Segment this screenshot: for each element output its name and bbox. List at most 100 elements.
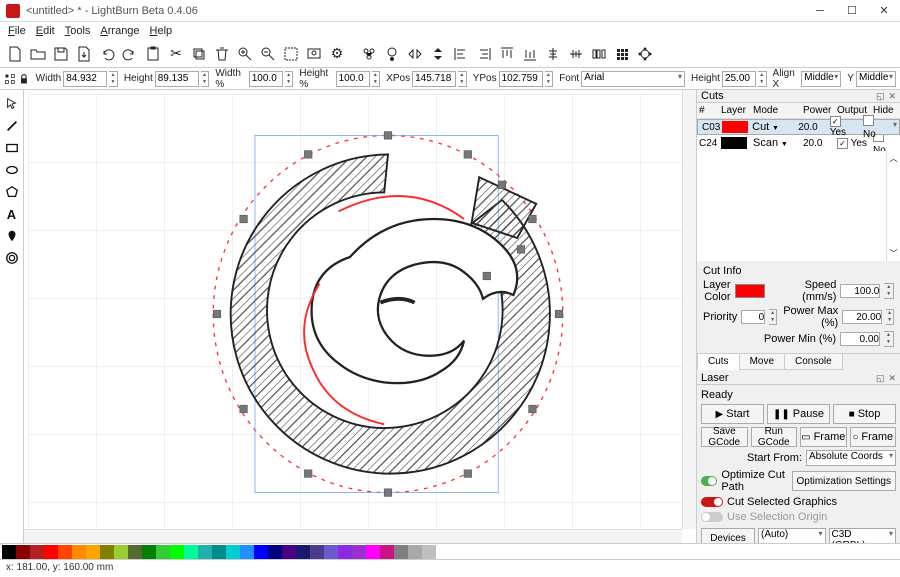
palette-swatch[interactable] bbox=[352, 545, 366, 559]
optimization-settings-button[interactable]: Optimization Settings bbox=[792, 471, 897, 491]
palette-swatch[interactable] bbox=[72, 545, 86, 559]
line-icon[interactable] bbox=[2, 116, 22, 136]
open-icon[interactable] bbox=[27, 43, 49, 65]
xpos-input[interactable] bbox=[412, 71, 456, 87]
start-from-select[interactable]: Absolute Coords bbox=[806, 450, 896, 466]
menu-edit[interactable]: Edit bbox=[36, 25, 55, 37]
new-icon[interactable] bbox=[4, 43, 26, 65]
speed-input[interactable] bbox=[840, 284, 880, 298]
artwork[interactable] bbox=[198, 124, 578, 504]
pmin-input[interactable] bbox=[840, 332, 880, 346]
palette-swatch[interactable] bbox=[282, 545, 296, 559]
palette-swatch[interactable] bbox=[296, 545, 310, 559]
height-spin[interactable]: ▲▼ bbox=[201, 71, 210, 87]
frame-circle-button[interactable]: ○ Frame bbox=[850, 427, 897, 447]
undo-icon[interactable] bbox=[96, 43, 118, 65]
stop-button[interactable]: ■ Stop bbox=[833, 404, 896, 424]
widthpct-spin[interactable]: ▲▼ bbox=[285, 71, 294, 87]
palette-swatch[interactable] bbox=[198, 545, 212, 559]
hide-checkbox[interactable] bbox=[863, 115, 874, 126]
undock-icon[interactable]: ◱ bbox=[876, 373, 885, 384]
polygon-icon[interactable] bbox=[2, 182, 22, 202]
palette-swatch[interactable] bbox=[30, 545, 44, 559]
start-button[interactable]: ▶ Start bbox=[701, 404, 764, 424]
palette-swatch[interactable] bbox=[58, 545, 72, 559]
circle-array-icon[interactable] bbox=[634, 43, 656, 65]
palette-swatch[interactable] bbox=[422, 545, 436, 559]
grid-array-icon[interactable] bbox=[611, 43, 633, 65]
menu-arrange[interactable]: Arrange bbox=[100, 25, 139, 37]
palette-swatch[interactable] bbox=[338, 545, 352, 559]
heightpct-spin[interactable]: ▲▼ bbox=[372, 71, 381, 87]
devices-button[interactable]: Devices bbox=[701, 528, 755, 543]
palette-swatch[interactable] bbox=[16, 545, 30, 559]
text-icon[interactable]: A bbox=[2, 204, 22, 224]
tab-cuts[interactable]: Cuts bbox=[697, 354, 740, 370]
menu-help[interactable]: Help bbox=[150, 25, 173, 37]
distribute-h-icon[interactable] bbox=[588, 43, 610, 65]
heightpct-input[interactable] bbox=[336, 71, 370, 87]
output-checkbox[interactable]: ✓ bbox=[830, 116, 841, 127]
pointer-icon[interactable] bbox=[2, 94, 22, 114]
palette-swatch[interactable] bbox=[142, 545, 156, 559]
palette-swatch[interactable] bbox=[212, 545, 226, 559]
close-panel-icon[interactable]: ✕ bbox=[888, 373, 896, 384]
minimize-button[interactable]: ─ bbox=[804, 0, 836, 22]
pmax-input[interactable] bbox=[842, 310, 882, 324]
widthpct-input[interactable] bbox=[249, 71, 283, 87]
run-gcode-button[interactable]: Run GCode bbox=[751, 427, 798, 447]
palette-swatch[interactable] bbox=[408, 545, 422, 559]
height-input[interactable] bbox=[155, 71, 199, 87]
alignx-select[interactable]: Middle bbox=[801, 71, 841, 87]
font-select[interactable]: Arial bbox=[581, 71, 685, 87]
cut-selected-toggle[interactable] bbox=[701, 497, 723, 507]
optimize-toggle[interactable] bbox=[701, 476, 717, 486]
align-center-h-icon[interactable] bbox=[542, 43, 564, 65]
group-icon[interactable] bbox=[358, 43, 380, 65]
paste-icon[interactable] bbox=[142, 43, 164, 65]
align-bottom-icon[interactable] bbox=[519, 43, 541, 65]
delete-icon[interactable] bbox=[211, 43, 233, 65]
offset-icon[interactable] bbox=[2, 248, 22, 268]
rect-icon[interactable] bbox=[2, 138, 22, 158]
close-panel-icon[interactable]: ✕ bbox=[888, 91, 896, 102]
font-height-spin[interactable]: ▲▼ bbox=[758, 71, 767, 87]
layer-color-swatch[interactable] bbox=[735, 284, 766, 298]
palette-swatch[interactable] bbox=[100, 545, 114, 559]
palette-swatch[interactable] bbox=[380, 545, 394, 559]
font-height-input[interactable] bbox=[722, 71, 756, 87]
palette-swatch[interactable] bbox=[114, 545, 128, 559]
aligny-select[interactable]: Middle bbox=[856, 71, 896, 87]
frame-rect-button[interactable]: ▭ Frame bbox=[800, 427, 847, 447]
ellipse-icon[interactable] bbox=[2, 160, 22, 180]
move-down-icon[interactable]: ﹀ bbox=[890, 248, 898, 259]
preview-icon[interactable] bbox=[303, 43, 325, 65]
device-auto-select[interactable]: (Auto) bbox=[758, 528, 826, 543]
palette-swatch[interactable] bbox=[226, 545, 240, 559]
pause-button[interactable]: ❚❚ Pause bbox=[767, 404, 830, 424]
palette-swatch[interactable] bbox=[170, 545, 184, 559]
palette-swatch[interactable] bbox=[86, 545, 100, 559]
scrollbar-vertical[interactable] bbox=[682, 90, 696, 529]
palette-swatch[interactable] bbox=[268, 545, 282, 559]
priority-input[interactable] bbox=[741, 310, 765, 324]
xpos-spin[interactable]: ▲▼ bbox=[458, 71, 467, 87]
tab-console[interactable]: Console bbox=[784, 354, 843, 370]
output-checkbox[interactable]: ✓ bbox=[837, 138, 848, 149]
flip-v-icon[interactable] bbox=[427, 43, 449, 65]
save-gcode-button[interactable]: Save GCode bbox=[701, 427, 748, 447]
select-rect-icon[interactable] bbox=[280, 43, 302, 65]
align-top-icon[interactable] bbox=[496, 43, 518, 65]
palette-swatch[interactable] bbox=[366, 545, 380, 559]
palette-swatch[interactable] bbox=[2, 545, 16, 559]
canvas-area[interactable] bbox=[24, 90, 696, 543]
palette-swatch[interactable] bbox=[254, 545, 268, 559]
palette-swatch[interactable] bbox=[324, 545, 338, 559]
ypos-spin[interactable]: ▲▼ bbox=[545, 71, 554, 87]
width-spin[interactable]: ▲▼ bbox=[109, 71, 118, 87]
palette-swatch[interactable] bbox=[44, 545, 58, 559]
cut-icon[interactable]: ✂ bbox=[165, 43, 187, 65]
zoom-out-icon[interactable] bbox=[257, 43, 279, 65]
flip-h-icon[interactable] bbox=[404, 43, 426, 65]
maximize-button[interactable]: ☐ bbox=[836, 0, 868, 22]
